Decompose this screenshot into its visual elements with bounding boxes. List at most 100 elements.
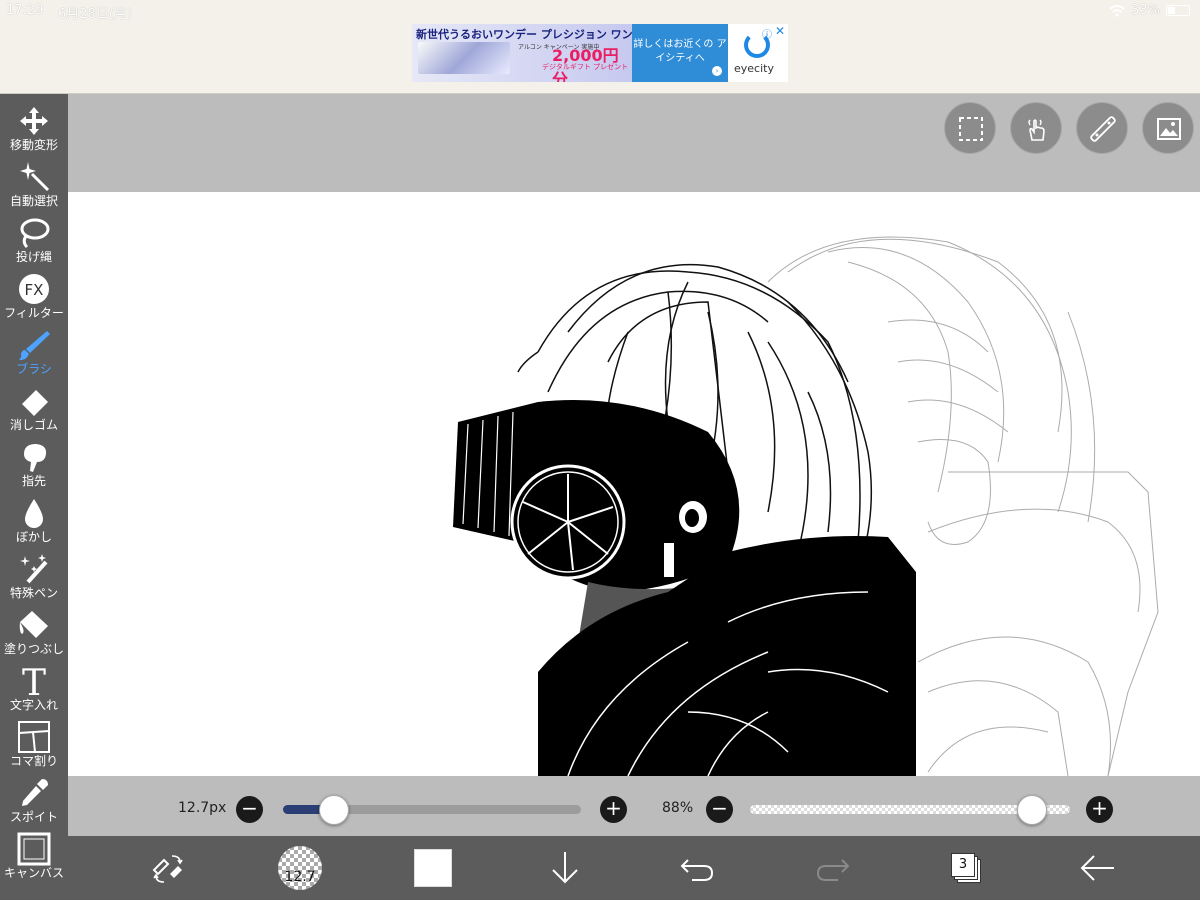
size-increase-button[interactable]: + — [600, 796, 627, 823]
battery-percent: 33% — [1131, 3, 1160, 18]
opacity-decrease-button[interactable]: − — [706, 796, 733, 823]
tool-label: キャンバス — [3, 866, 64, 880]
battery-icon — [1166, 5, 1190, 16]
info-icon[interactable]: ⓘ — [762, 26, 772, 41]
svg-text:T: T — [22, 664, 46, 698]
special-pen-icon — [20, 554, 48, 584]
back-arrow-icon[interactable] — [1076, 848, 1120, 888]
tool-filter[interactable]: FX フィルター — [0, 268, 68, 324]
tool-label: スポイト — [9, 810, 58, 824]
brush-settings-bar: 12.7px − + 88% − + — [68, 776, 1200, 836]
opacity-thumb[interactable] — [1016, 795, 1047, 825]
status-time: 17:29 — [6, 3, 44, 18]
svg-text:FX: FX — [25, 281, 44, 299]
tool-frame-divider[interactable]: コマ割り — [0, 716, 68, 772]
move-icon — [20, 107, 48, 135]
canvas-icon — [17, 832, 51, 866]
ad-cta-text: 詳しくはお近くの アイシティへ — [633, 39, 727, 64]
brush-size-button[interactable]: 12.7 — [278, 846, 322, 890]
blur-drop-icon — [25, 499, 43, 528]
tool-label: 自動選択 — [9, 194, 58, 208]
ad-product-image — [418, 42, 510, 74]
finger-icon — [24, 444, 47, 472]
status-right: 33% — [1109, 3, 1190, 18]
tool-blur[interactable]: ぼかし — [0, 492, 68, 548]
workspace[interactable] — [68, 94, 1200, 776]
ruler-button[interactable] — [1076, 102, 1128, 154]
size-decrease-button[interactable]: − — [236, 796, 263, 823]
fx-icon: FX — [19, 274, 49, 304]
tool-move-transform[interactable]: 移動変形 — [0, 100, 68, 156]
status-date: 6月28日(月) — [58, 7, 132, 22]
advertisement-banner[interactable]: 新世代うるおいワンデー プレシジョン ワン アルコン キャンペーン 実施中 2,… — [412, 24, 788, 82]
tool-label: ぼかし — [15, 530, 52, 544]
selection-icon — [959, 117, 983, 141]
tool-auto-select[interactable]: 自動選択 — [0, 156, 68, 212]
ad-product-panel[interactable]: 新世代うるおいワンデー プレシジョン ワン アルコン キャンペーン 実施中 2,… — [412, 24, 633, 82]
ad-brand-panel[interactable]: eyecity ⓘ ✕ — [728, 24, 788, 82]
eraser-icon — [22, 390, 48, 416]
ad-gift: デジタルギフト プレゼント — [542, 63, 629, 71]
ad-cta[interactable]: 詳しくはお近くの アイシティへ › — [632, 24, 728, 82]
arrow-down-icon[interactable] — [543, 848, 587, 888]
tool-eyedropper[interactable]: スポイト — [0, 772, 68, 828]
tool-label: コマ割り — [9, 754, 58, 768]
brush-size-thumb[interactable] — [318, 795, 349, 825]
wifi-icon — [1109, 4, 1125, 17]
tool-sidebar: 移動変形 自動選択 投げ縄 FX フィルター ブラシ 消しゴム 指先 ぼかし 特… — [0, 94, 68, 900]
tool-canvas[interactable]: キャンバス — [0, 828, 68, 884]
close-icon[interactable]: ✕ — [775, 24, 785, 38]
tool-lasso[interactable]: 投げ縄 — [0, 212, 68, 268]
minus-icon: − — [241, 796, 258, 820]
plus-icon: + — [1091, 796, 1108, 820]
drawing-canvas[interactable] — [68, 192, 1200, 776]
tool-label: 指先 — [21, 474, 46, 488]
swap-pen-eraser-icon[interactable] — [146, 848, 190, 888]
layer-count: 3 — [958, 857, 968, 872]
magic-wand-icon — [20, 162, 50, 192]
app-root: 新世代うるおいワンデー プレシジョン ワン アルコン キャンペーン 実施中 2,… — [0, 0, 1200, 900]
undo-icon[interactable] — [676, 848, 720, 888]
tool-finger[interactable]: 指先 — [0, 436, 68, 492]
tool-brush[interactable]: ブラシ — [0, 324, 68, 380]
brush-size-value: 12.7 — [284, 869, 316, 885]
layers-button[interactable]: 3 — [951, 853, 975, 877]
tool-label: 特殊ペン — [9, 586, 58, 600]
plus-icon: + — [605, 796, 622, 820]
minus-icon: − — [711, 796, 728, 820]
opacity-increase-button[interactable]: + — [1086, 796, 1113, 823]
eyedropper-icon — [22, 779, 48, 806]
image-icon — [1157, 118, 1181, 140]
opacity-label: 88% — [662, 800, 694, 816]
ad-headline: 新世代うるおいワンデー プレシジョン ワン — [416, 28, 633, 41]
ruler-icon — [1090, 116, 1116, 142]
touch-hand-icon — [1028, 119, 1045, 141]
tool-label: 移動変形 — [9, 138, 58, 152]
touch-button[interactable] — [1010, 102, 1062, 154]
tool-label: 投げ縄 — [15, 250, 52, 264]
artwork-drawing — [453, 236, 1159, 776]
selection-button[interactable] — [944, 102, 996, 154]
tool-eraser[interactable]: 消しゴム — [0, 380, 68, 436]
redo-icon[interactable] — [810, 848, 854, 888]
status-bar: 17:29 6月28日(月) 33% — [0, 0, 1200, 22]
text-icon: T — [22, 664, 46, 698]
tool-text[interactable]: T 文字入れ — [0, 660, 68, 716]
ad-brand: eyecity — [734, 62, 774, 75]
bucket-icon — [19, 611, 48, 638]
reference-image-button[interactable] — [1142, 102, 1194, 154]
tool-label: 塗りつぶし — [3, 642, 65, 656]
color-picker-button[interactable] — [414, 849, 452, 887]
tool-label: 文字入れ — [9, 698, 58, 712]
tool-label: 消しゴム — [9, 418, 58, 432]
frame-divider-icon — [18, 721, 50, 753]
tool-label: フィルター — [4, 306, 64, 320]
chevron-right-icon: › — [712, 66, 722, 76]
tool-label: ブラシ — [16, 362, 52, 376]
tool-special-pen[interactable]: 特殊ペン — [0, 548, 68, 604]
brush-icon — [19, 331, 50, 361]
brush-size-label: 12.7px — [178, 800, 227, 816]
lasso-icon — [20, 218, 50, 249]
bottom-toolbar: 12.7 3 — [68, 836, 1200, 900]
tool-fill[interactable]: 塗りつぶし — [0, 604, 68, 660]
